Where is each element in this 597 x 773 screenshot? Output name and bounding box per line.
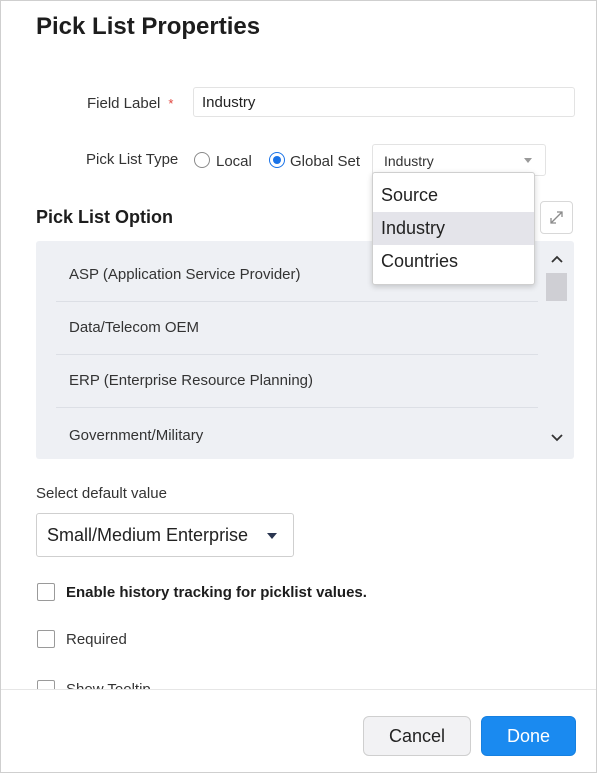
required-label: Required <box>66 631 127 648</box>
pick-list-option-item[interactable]: Data/Telecom OEM <box>56 302 538 355</box>
done-button[interactable]: Done <box>481 716 576 756</box>
field-label-input[interactable]: Industry <box>193 87 575 117</box>
default-value-select[interactable]: Small/Medium Enterprise <box>36 513 294 557</box>
dropdown-item-source[interactable]: Source <box>373 179 534 212</box>
history-tracking-label: Enable history tracking for picklist val… <box>66 584 367 601</box>
pick-list-option-item[interactable]: Government/Military <box>56 410 538 459</box>
scroll-up-chevron-icon[interactable] <box>550 254 564 264</box>
pick-list-type-label: Pick List Type <box>86 151 179 168</box>
global-set-dropdown-menu: Source Industry Countries <box>372 172 535 285</box>
field-label-label: Field Label * <box>87 95 173 112</box>
cancel-button[interactable]: Cancel <box>363 716 471 756</box>
dropdown-item-countries[interactable]: Countries <box>373 245 534 278</box>
pick-list-option-title: Pick List Option <box>36 207 174 227</box>
radio-local-label[interactable]: Local <box>216 153 252 170</box>
caret-down-icon <box>524 158 532 163</box>
pick-list-option-item[interactable]: ERP (Enterprise Resource Planning) <box>56 355 538 408</box>
default-value-label: Select default value <box>36 485 167 502</box>
expand-button[interactable] <box>540 201 573 234</box>
history-tracking-checkbox[interactable] <box>37 583 55 601</box>
radio-local[interactable] <box>194 152 210 168</box>
scroll-down-chevron-icon[interactable] <box>550 433 564 443</box>
dropdown-item-industry[interactable]: Industry <box>373 212 534 245</box>
pick-list-properties-dialog: Pick List Properties Field Label * Indust… <box>0 0 597 773</box>
required-asterisk: * <box>168 96 174 111</box>
required-checkbox[interactable] <box>37 630 55 648</box>
field-label-text: Field Label <box>87 95 161 112</box>
dialog-title: Pick List Properties <box>36 13 261 40</box>
options-scrollbar-thumb[interactable] <box>546 273 567 301</box>
global-set-select-value: Industry <box>384 153 434 169</box>
default-value-select-value: Small/Medium Enterprise <box>47 525 249 545</box>
expand-icon <box>550 211 563 224</box>
radio-global-set-label[interactable]: Global Set <box>290 153 360 170</box>
radio-global-set[interactable] <box>269 152 285 168</box>
caret-down-icon <box>267 533 277 539</box>
